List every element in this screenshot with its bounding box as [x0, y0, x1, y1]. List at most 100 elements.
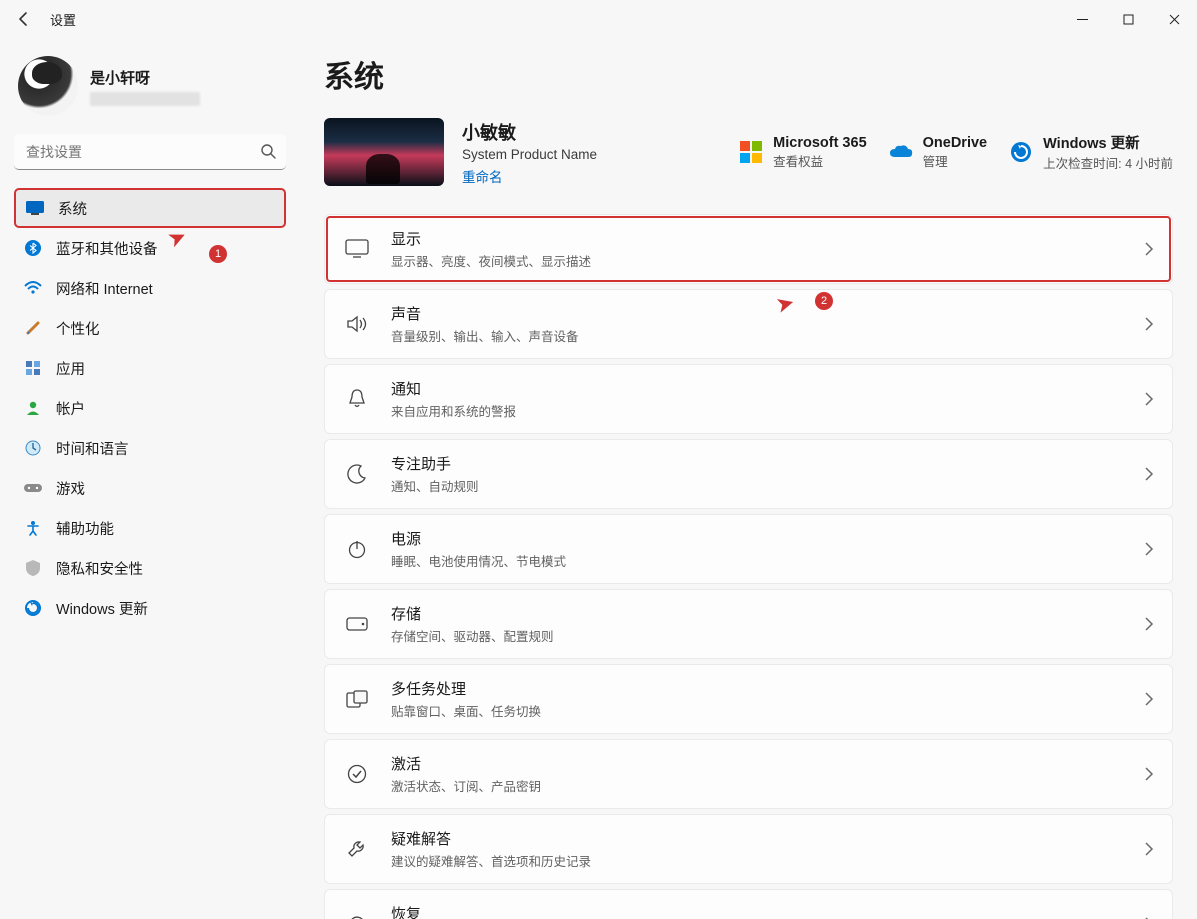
row-sub: 音量级别、输出、输入、声音设备 [391, 326, 579, 345]
sidebar-item-label: 帐户 [56, 398, 85, 419]
window-controls [1059, 3, 1197, 35]
sidebar-item-label: 应用 [56, 358, 85, 379]
update-card[interactable]: Windows 更新上次检查时间: 4 小时前 [1009, 132, 1173, 172]
multitask-icon [343, 685, 371, 713]
row-title: 电源 [391, 528, 566, 549]
minimize-button[interactable] [1059, 3, 1105, 35]
moon-icon [343, 460, 371, 488]
sidebar-item-personalization[interactable]: 个性化 [14, 308, 286, 348]
setting-row-focus[interactable]: 专注助手通知、自动规则 [324, 439, 1173, 509]
back-button[interactable] [10, 5, 38, 33]
search-icon [260, 143, 276, 159]
sidebar-item-network[interactable]: 网络和 Internet [14, 268, 286, 308]
chevron-right-icon [1144, 767, 1154, 781]
onedrive-card[interactable]: OneDrive管理 [889, 135, 987, 170]
chevron-right-icon [1144, 242, 1154, 256]
sidebar-item-label: 系统 [58, 198, 87, 219]
setting-row-troubleshoot[interactable]: 疑难解答建议的疑难解答、首选项和历史记录 [324, 814, 1173, 884]
row-sub: 贴靠窗口、桌面、任务切换 [391, 701, 541, 720]
sidebar-item-update[interactable]: Windows 更新 [14, 588, 286, 628]
close-button[interactable] [1151, 3, 1197, 35]
row-sub: 来自应用和系统的警报 [391, 401, 516, 420]
sidebar-item-accessibility[interactable]: 辅助功能 [14, 508, 286, 548]
wifi-icon [24, 279, 42, 297]
sidebar-item-privacy[interactable]: 隐私和安全性 [14, 548, 286, 588]
device-name: 小敏敏 [462, 119, 597, 145]
m365-card[interactable]: Microsoft 365查看权益 [739, 135, 866, 170]
row-sub: 通知、自动规则 [391, 476, 479, 495]
globe-clock-icon [24, 439, 42, 457]
window-title: 设置 [50, 10, 76, 29]
onedrive-title: OneDrive [923, 135, 987, 151]
update-sub: 上次检查时间: 4 小时前 [1043, 153, 1173, 172]
sidebar-item-label: 蓝牙和其他设备 [56, 238, 158, 259]
sidebar-item-label: 辅助功能 [56, 518, 114, 539]
chevron-right-icon [1144, 692, 1154, 706]
page-title: 系统 [324, 52, 1173, 96]
setting-row-storage[interactable]: 存储存储空间、驱动器、配置规则 [324, 589, 1173, 659]
brush-icon [24, 319, 42, 337]
sidebar-item-time-language[interactable]: 时间和语言 [14, 428, 286, 468]
sidebar-item-gaming[interactable]: 游戏 [14, 468, 286, 508]
wrench-icon [343, 835, 371, 863]
apps-icon [24, 359, 42, 377]
profile-email-redacted [90, 92, 200, 106]
device-product: System Product Name [462, 147, 597, 162]
setting-row-recovery[interactable]: 恢复重置、高级启动、返回 [324, 889, 1173, 919]
search-input[interactable] [14, 134, 286, 170]
bluetooth-icon [24, 239, 42, 257]
profile-section[interactable]: 是小轩呀 [14, 48, 286, 134]
main-content: 系统 小敏敏 System Product Name 重命名 Microsoft… [300, 38, 1197, 919]
chevron-right-icon [1144, 542, 1154, 556]
arrow-left-icon [16, 11, 32, 27]
rename-link[interactable]: 重命名 [462, 166, 597, 186]
sidebar-item-label: Windows 更新 [56, 598, 148, 619]
row-title: 通知 [391, 378, 516, 399]
sidebar: 是小轩呀 系统 蓝牙和其他设备 网络和 Internet 个性化 [0, 38, 300, 919]
sidebar-item-bluetooth[interactable]: 蓝牙和其他设备 [14, 228, 286, 268]
sidebar-item-label: 隐私和安全性 [56, 558, 143, 579]
chevron-right-icon [1144, 842, 1154, 856]
recovery-icon [343, 910, 371, 919]
onedrive-sub: 管理 [923, 151, 987, 170]
row-title: 激活 [391, 753, 541, 774]
chevron-right-icon [1144, 617, 1154, 631]
row-title: 存储 [391, 603, 554, 624]
sidebar-item-apps[interactable]: 应用 [14, 348, 286, 388]
m365-title: Microsoft 365 [773, 135, 866, 151]
sidebar-item-system[interactable]: 系统 [14, 188, 286, 228]
row-sub: 显示器、亮度、夜间模式、显示描述 [391, 251, 591, 270]
bell-icon [343, 385, 371, 413]
device-info-row: 小敏敏 System Product Name 重命名 Microsoft 36… [324, 118, 1173, 186]
maximize-button[interactable] [1105, 3, 1151, 35]
sync-icon [1009, 140, 1033, 164]
setting-row-display[interactable]: 显示显示器、亮度、夜间模式、显示描述 [324, 214, 1173, 284]
title-bar: 设置 [0, 0, 1197, 38]
update-icon [24, 599, 42, 617]
power-icon [343, 535, 371, 563]
sidebar-item-accounts[interactable]: 帐户 [14, 388, 286, 428]
chevron-right-icon [1144, 317, 1154, 331]
m365-sub: 查看权益 [773, 151, 866, 170]
sidebar-item-label: 网络和 Internet [56, 278, 153, 299]
chevron-right-icon [1144, 467, 1154, 481]
sidebar-item-label: 游戏 [56, 478, 85, 499]
sound-icon [343, 310, 371, 338]
device-text: 小敏敏 System Product Name 重命名 [462, 119, 597, 186]
avatar [18, 56, 78, 116]
setting-row-multitask[interactable]: 多任务处理贴靠窗口、桌面、任务切换 [324, 664, 1173, 734]
update-title: Windows 更新 [1043, 132, 1173, 153]
check-circle-icon [343, 760, 371, 788]
row-title: 恢复 [391, 903, 516, 919]
setting-row-power[interactable]: 电源睡眠、电池使用情况、节电模式 [324, 514, 1173, 584]
setting-row-activation[interactable]: 激活激活状态、订阅、产品密钥 [324, 739, 1173, 809]
sidebar-item-label: 时间和语言 [56, 438, 129, 459]
setting-row-notifications[interactable]: 通知来自应用和系统的警报 [324, 364, 1173, 434]
search-box[interactable] [14, 134, 286, 170]
row-sub: 建议的疑难解答、首选项和历史记录 [391, 851, 591, 870]
setting-row-sound[interactable]: 声音音量级别、输出、输入、声音设备 [324, 289, 1173, 359]
sidebar-item-label: 个性化 [56, 318, 100, 339]
device-thumbnail[interactable] [324, 118, 444, 186]
profile-name: 是小轩呀 [90, 67, 200, 88]
row-sub: 睡眠、电池使用情况、节电模式 [391, 551, 566, 570]
